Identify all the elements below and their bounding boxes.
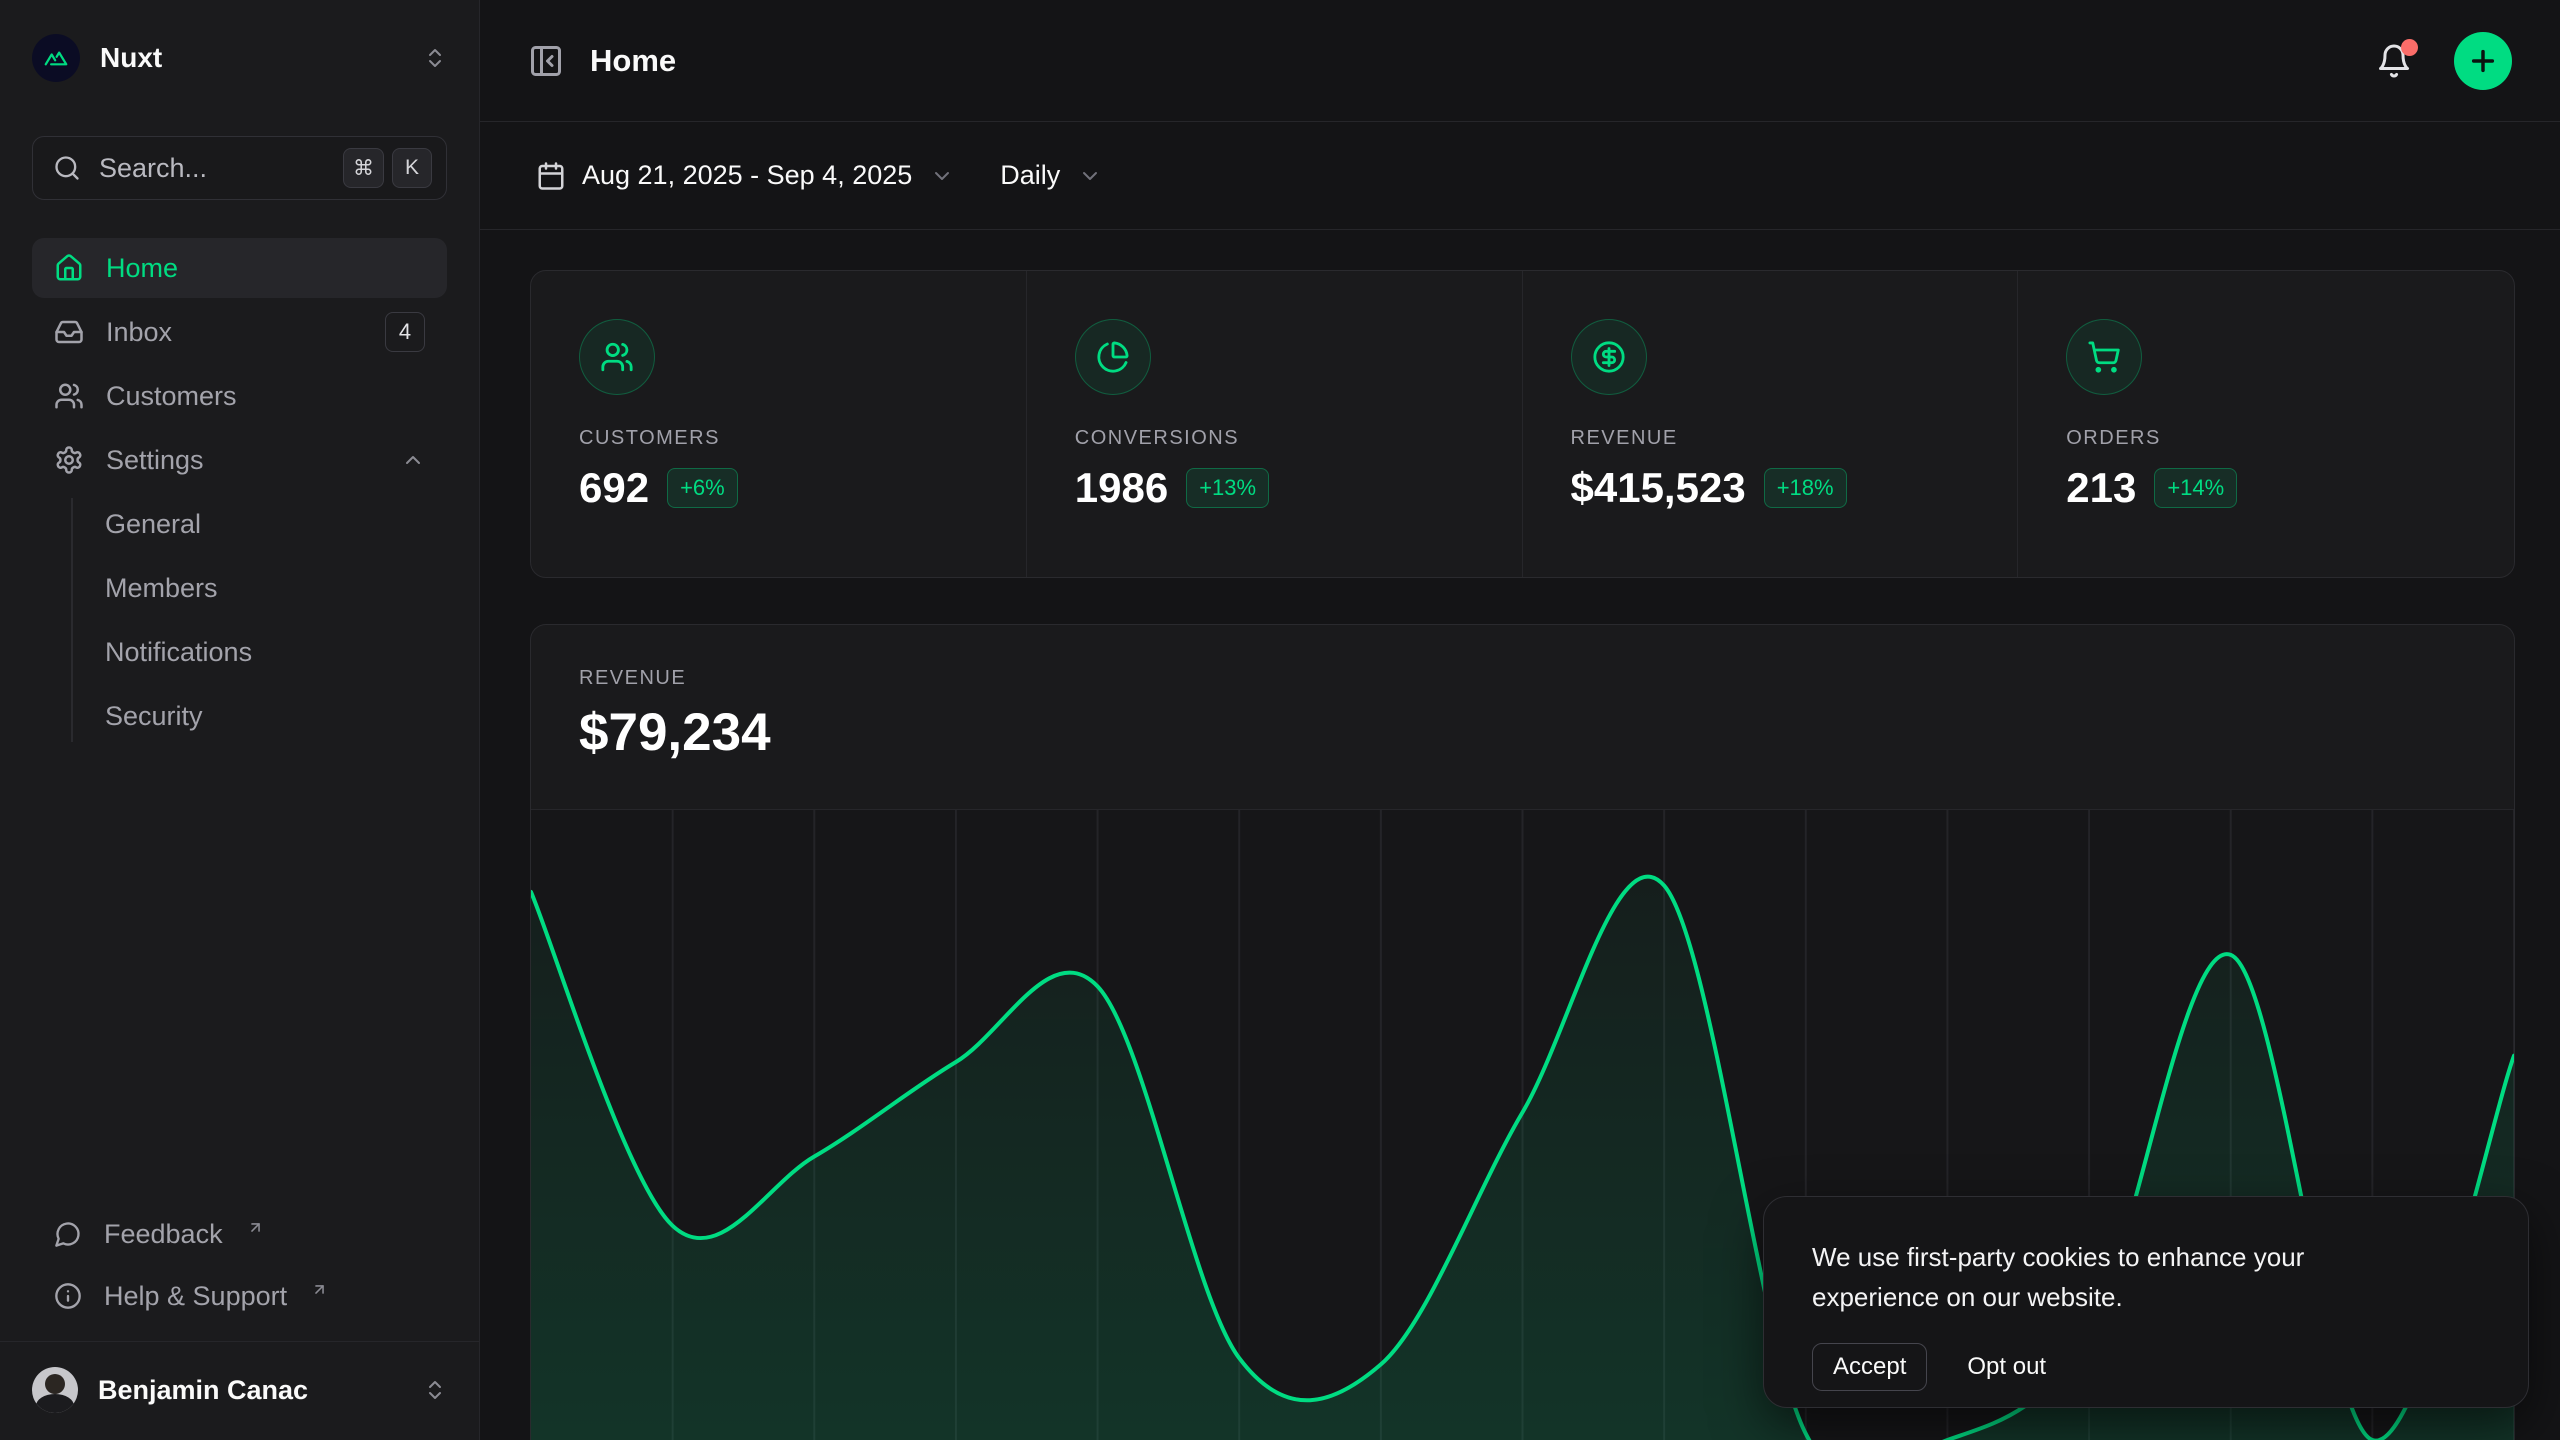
sidebar-item-customers[interactable]: Customers <box>32 366 447 426</box>
sidebar-item-inbox[interactable]: Inbox 4 <box>32 302 447 362</box>
sidebar-item-feedback[interactable]: Feedback <box>32 1203 447 1265</box>
cookie-message: We use first-party cookies to enhance yo… <box>1812 1237 2432 1317</box>
accept-button[interactable]: Accept <box>1812 1343 1927 1391</box>
user-section: Benjamin Canac <box>0 1341 479 1440</box>
stat-conversions: CONVERSIONS 1986 +13% <box>1027 271 1523 577</box>
sidebar-item-label: Inbox <box>106 317 172 348</box>
chevrons-up-down-icon <box>423 46 447 70</box>
stat-label: ORDERS <box>2066 427 2466 450</box>
stat-value: 1986 <box>1075 464 1168 512</box>
home-icon <box>54 253 84 283</box>
sidebar-item-label: Notifications <box>105 637 252 668</box>
filters-toolbar: Aug 21, 2025 - Sep 4, 2025 Daily <box>480 122 2560 230</box>
search-shortcut: ⌘ K <box>343 148 432 188</box>
stat-label: REVENUE <box>1571 427 1970 450</box>
search-icon <box>53 154 81 182</box>
workspace-name: Nuxt <box>100 42 162 74</box>
panel-collapse-icon[interactable] <box>528 43 564 79</box>
page-title: Home <box>590 43 676 79</box>
gear-icon <box>54 445 84 475</box>
sidebar-item-general[interactable]: General <box>32 494 447 554</box>
add-button[interactable] <box>2454 32 2512 90</box>
revenue-chart-label: REVENUE <box>579 667 2466 690</box>
search-input[interactable]: Search... ⌘ K <box>32 136 447 200</box>
inbox-icon <box>54 317 84 347</box>
user-name: Benjamin Canac <box>98 1375 308 1406</box>
info-icon <box>54 1282 82 1310</box>
granularity-value: Daily <box>1000 160 1060 191</box>
stat-revenue: REVENUE $415,523 +18% <box>1523 271 2019 577</box>
chevrons-up-down-icon <box>423 1378 447 1402</box>
sidebar-item-label: Home <box>106 253 178 284</box>
sidebar-item-help-support[interactable]: Help & Support <box>32 1265 447 1327</box>
sidebar-item-label: Security <box>105 701 203 732</box>
plus-icon <box>2467 45 2499 77</box>
revenue-chart-value: $79,234 <box>579 702 2466 763</box>
kbd-cmd: ⌘ <box>343 148 384 188</box>
calendar-icon <box>536 161 566 191</box>
cookie-banner: We use first-party cookies to enhance yo… <box>1763 1196 2529 1408</box>
external-link-icon <box>311 1281 328 1298</box>
stat-value: 692 <box>579 464 649 512</box>
avatar <box>32 1367 78 1413</box>
sidebar-item-members[interactable]: Members <box>32 558 447 618</box>
sidebar-item-label: Feedback <box>104 1219 223 1250</box>
chevron-down-icon <box>930 164 954 188</box>
user-menu[interactable]: Benjamin Canac <box>32 1358 447 1422</box>
sidebar: Nuxt Search... ⌘ K Home Inbox 4 <box>0 0 480 1440</box>
opt-out-button[interactable]: Opt out <box>1967 1353 2046 1381</box>
date-range-picker[interactable]: Aug 21, 2025 - Sep 4, 2025 <box>520 148 970 203</box>
stat-delta-badge: +13% <box>1186 468 1269 508</box>
date-range-value: Aug 21, 2025 - Sep 4, 2025 <box>582 160 912 191</box>
sidebar-item-label: Settings <box>106 445 204 476</box>
settings-subnav: General Members Notifications Security <box>32 494 447 750</box>
sidebar-item-label: Help & Support <box>104 1281 287 1312</box>
notification-dot <box>2401 39 2418 56</box>
sidebar-item-label: General <box>105 509 201 540</box>
stats-summary-card: CUSTOMERS 692 +6% CONVERSIONS 1986 +13% <box>530 270 2515 578</box>
sidebar-item-label: Members <box>105 573 218 604</box>
stat-delta-badge: +6% <box>667 468 738 508</box>
dollar-circle-icon <box>1571 319 1647 395</box>
shopping-cart-icon <box>2066 319 2142 395</box>
sidebar-item-settings[interactable]: Settings <box>32 430 447 490</box>
sidebar-item-security[interactable]: Security <box>32 686 447 746</box>
chat-bubble-icon <box>54 1220 82 1248</box>
pie-chart-icon <box>1075 319 1151 395</box>
nuxt-logo-icon <box>32 34 80 82</box>
chevron-up-icon <box>401 448 425 472</box>
stat-customers: CUSTOMERS 692 +6% <box>531 271 1027 577</box>
sidebar-item-home[interactable]: Home <box>32 238 447 298</box>
topbar: Home <box>480 0 2560 122</box>
stat-label: CONVERSIONS <box>1075 427 1474 450</box>
stat-orders: ORDERS 213 +14% <box>2018 271 2514 577</box>
stat-delta-badge: +14% <box>2154 468 2237 508</box>
notifications-button[interactable] <box>2370 37 2418 85</box>
chevron-down-icon <box>1078 164 1102 188</box>
sidebar-footer: Feedback Help & Support Benjamin Canac <box>32 1203 447 1440</box>
external-link-icon <box>247 1219 264 1236</box>
stat-value: 213 <box>2066 464 2136 512</box>
stat-label: CUSTOMERS <box>579 427 978 450</box>
inbox-count-badge: 4 <box>385 312 425 352</box>
kbd-k: K <box>392 148 432 188</box>
stat-value: $415,523 <box>1571 464 1746 512</box>
subnav-tree-line <box>71 498 73 742</box>
sidebar-item-notifications[interactable]: Notifications <box>32 622 447 682</box>
sidebar-nav: Home Inbox 4 Customers Settings <box>32 238 447 750</box>
workspace-switcher[interactable]: Nuxt <box>32 30 447 86</box>
sidebar-item-label: Customers <box>106 381 237 412</box>
users-icon <box>54 381 84 411</box>
search-placeholder: Search... <box>99 153 325 184</box>
users-icon <box>579 319 655 395</box>
granularity-select[interactable]: Daily <box>984 148 1118 203</box>
stat-delta-badge: +18% <box>1764 468 1847 508</box>
